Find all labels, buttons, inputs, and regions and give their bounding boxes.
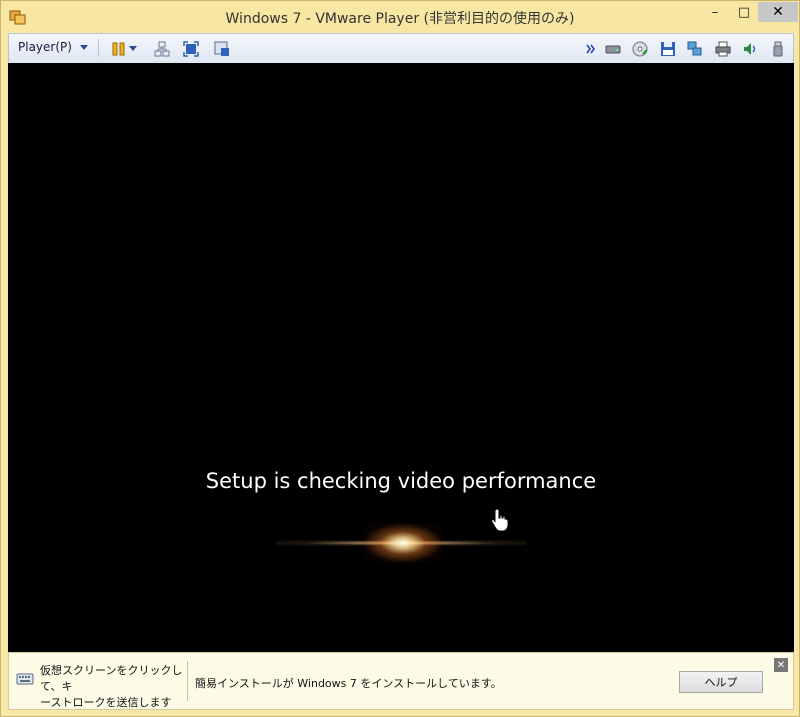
player-menu-dropdown-icon[interactable] [80, 45, 88, 50]
windows-setup-light-glow [363, 523, 443, 563]
maximize-button[interactable]: □ [729, 2, 759, 22]
notification-separator [187, 661, 188, 701]
vm-screen[interactable]: Setup is checking video performance [8, 63, 794, 652]
printer-icon[interactable] [714, 40, 731, 57]
minimize-button[interactable]: – [700, 2, 730, 22]
notification-bar: 仮想スクリーンをクリックして、キ ーストロークを送信します 簡易インストールが … [8, 652, 794, 710]
close-icon: ✕ [772, 4, 784, 20]
pause-icon[interactable] [110, 40, 127, 57]
toolbar: Player(P) [8, 33, 794, 63]
maximize-icon: □ [737, 4, 751, 20]
hand-cursor-icon [491, 508, 509, 532]
setup-status-message: Setup is checking video performance [205, 469, 597, 493]
hard-disk-icon[interactable] [604, 40, 621, 57]
sound-icon[interactable] [741, 40, 758, 57]
title-bar[interactable]: Windows 7 - VMware Player (非営利目的の使用のみ) –… [1, 1, 799, 33]
hint-line-2: ーストロークを送信します [40, 696, 172, 709]
toolbar-separator [98, 39, 99, 57]
dropdown-arrow-icon[interactable] [128, 40, 138, 57]
minimize-icon: – [711, 4, 719, 20]
network-adapter-icon[interactable] [686, 40, 703, 57]
easy-install-status: 簡易インストールが Windows 7 をインストールしています。 [195, 677, 502, 690]
keyboard-icon [16, 673, 34, 685]
notification-close-icon[interactable]: ✕ [774, 658, 788, 672]
fullscreen-icon[interactable] [182, 40, 199, 57]
help-button[interactable]: ヘルプ [679, 671, 763, 693]
click-to-send-keystrokes-hint: 仮想スクリーンをクリックして、キ ーストロークを送信します [40, 663, 190, 711]
network-icon[interactable] [153, 40, 170, 57]
floppy-icon[interactable] [659, 40, 676, 57]
close-button[interactable]: ✕ [758, 2, 798, 22]
cd-dvd-icon[interactable] [631, 40, 648, 57]
hint-line-1: 仮想スクリーンをクリックして、キ [40, 664, 183, 693]
vmware-player-window: Windows 7 - VMware Player (非営利目的の使用のみ) –… [0, 0, 800, 717]
player-menu[interactable]: Player(P) [18, 40, 72, 54]
window-title: Windows 7 - VMware Player (非営利目的の使用のみ) [225, 11, 575, 27]
more-chevron-icon[interactable] [585, 40, 597, 57]
unity-icon[interactable] [213, 40, 230, 57]
usb-icon[interactable] [769, 40, 786, 57]
